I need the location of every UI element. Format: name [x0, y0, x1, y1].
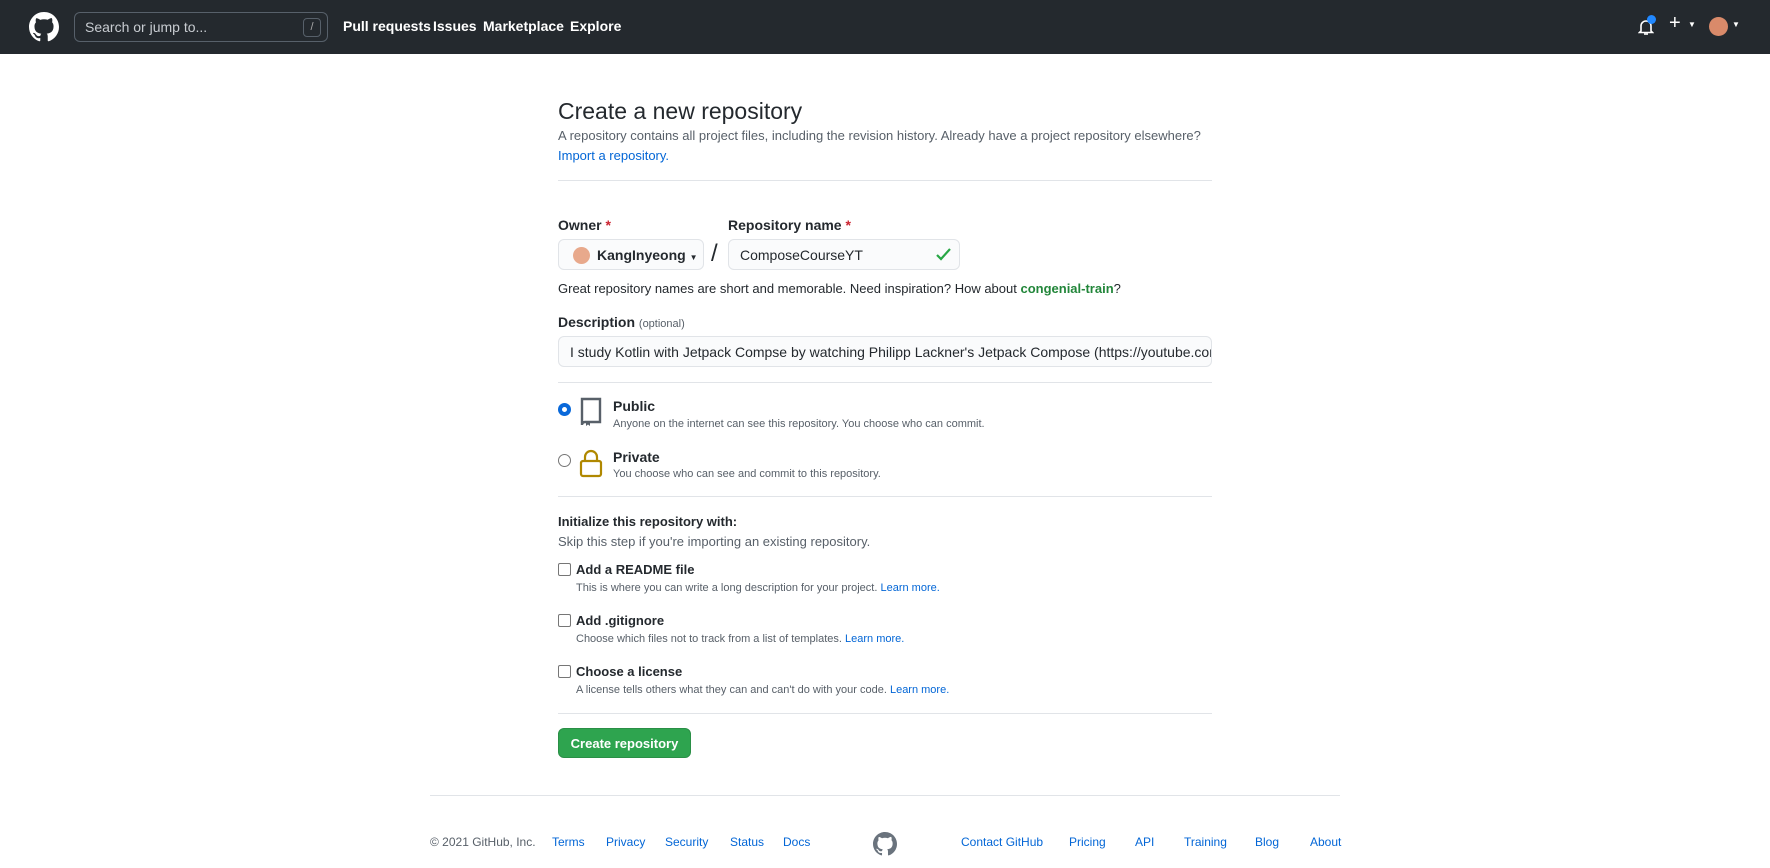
repo-name-hint: Great repository names are short and mem…: [558, 281, 1121, 296]
repo-name-value: ComposeCourseYT: [740, 247, 863, 263]
repo-name-label: Repository name *: [728, 217, 851, 233]
footer-link-contact[interactable]: Contact GitHub: [961, 835, 1043, 849]
page-subtitle: A repository contains all project files,…: [558, 128, 1201, 143]
import-repository-link[interactable]: Import a repository.: [558, 148, 669, 163]
private-description: You choose who can see and commit to thi…: [613, 468, 881, 480]
footer-divider: [430, 795, 1340, 796]
search-input[interactable]: Search or jump to... /: [74, 12, 328, 42]
nav-explore[interactable]: Explore: [570, 18, 621, 34]
private-radio[interactable]: [558, 454, 571, 467]
footer-link-training[interactable]: Training: [1184, 835, 1227, 849]
divider: [558, 382, 1212, 383]
github-logo-icon[interactable]: [29, 12, 59, 42]
nav-issues[interactable]: Issues: [433, 18, 477, 34]
footer-link-terms[interactable]: Terms: [552, 835, 585, 849]
notification-dot: [1647, 15, 1656, 24]
gitignore-title: Add .gitignore: [576, 613, 665, 628]
description-value: I study Kotlin with Jetpack Compse by wa…: [570, 344, 1212, 360]
search-placeholder: Search or jump to...: [85, 19, 208, 35]
repository-name-input[interactable]: ComposeCourseYT: [728, 239, 960, 270]
gitignore-description: Choose which files not to track from a l…: [576, 633, 905, 645]
footer-link-security[interactable]: Security: [665, 835, 708, 849]
license-checkbox[interactable]: [558, 665, 571, 678]
owner-value: KangInyeong: [597, 247, 686, 263]
learn-more-link[interactable]: Learn more.: [880, 582, 939, 594]
private-title: Private: [613, 449, 660, 465]
suggested-name[interactable]: congenial-train: [1020, 281, 1113, 296]
footer-link-pricing[interactable]: Pricing: [1069, 835, 1106, 849]
init-subtitle: Skip this step if you're importing an ex…: [558, 534, 871, 549]
footer-link-docs[interactable]: Docs: [783, 835, 810, 849]
public-description: Anyone on the internet can see this repo…: [613, 418, 985, 430]
footer-link-blog[interactable]: Blog: [1255, 835, 1279, 849]
license-description: A license tells others what they can and…: [576, 684, 950, 696]
footer-link-about[interactable]: About: [1310, 835, 1341, 849]
plus-icon[interactable]: +: [1669, 12, 1681, 35]
footer-link-privacy[interactable]: Privacy: [606, 835, 645, 849]
page-title: Create a new repository: [558, 98, 803, 124]
nav-pull-requests[interactable]: Pull requests: [343, 18, 431, 34]
readme-checkbox[interactable]: [558, 563, 571, 576]
license-title: Choose a license: [576, 664, 683, 679]
owner-repo-separator: /: [711, 240, 718, 267]
footer-link-api[interactable]: API: [1135, 835, 1154, 849]
user-avatar[interactable]: [1709, 17, 1728, 36]
footer-copyright: © 2021 GitHub, Inc.: [430, 835, 536, 849]
caret-down-icon: ▼: [689, 253, 698, 262]
learn-more-link[interactable]: Learn more.: [890, 684, 949, 696]
divider: [558, 713, 1212, 714]
readme-title: Add a README file: [576, 562, 695, 577]
divider: [558, 496, 1212, 497]
learn-more-link[interactable]: Learn more.: [845, 633, 904, 645]
public-title: Public: [613, 398, 656, 414]
init-title: Initialize this repository with:: [558, 514, 738, 529]
owner-dropdown[interactable]: KangInyeong ▼: [558, 239, 704, 270]
owner-label: Owner *: [558, 217, 611, 233]
caret-down-icon: ▼: [1688, 20, 1696, 29]
description-input[interactable]: I study Kotlin with Jetpack Compse by wa…: [558, 336, 1212, 367]
search-shortcut-key: /: [303, 18, 321, 37]
lock-icon: [579, 449, 603, 478]
caret-down-icon: ▼: [1732, 20, 1740, 29]
gitignore-checkbox[interactable]: [558, 614, 571, 627]
description-label: Description (optional): [558, 314, 685, 330]
github-footer-logo-icon[interactable]: [873, 832, 897, 856]
owner-avatar: [573, 247, 590, 264]
check-icon: [936, 248, 951, 261]
nav-marketplace[interactable]: Marketplace: [483, 18, 564, 34]
top-navbar: Search or jump to... / Pull requests Issu…: [0, 0, 1770, 54]
public-radio[interactable]: [558, 403, 571, 416]
readme-description: This is where you can write a long descr…: [576, 582, 940, 594]
repo-book-icon: [580, 397, 602, 426]
create-repository-button[interactable]: Create repository: [558, 728, 691, 758]
divider: [558, 180, 1212, 181]
footer-link-status[interactable]: Status: [730, 835, 764, 849]
